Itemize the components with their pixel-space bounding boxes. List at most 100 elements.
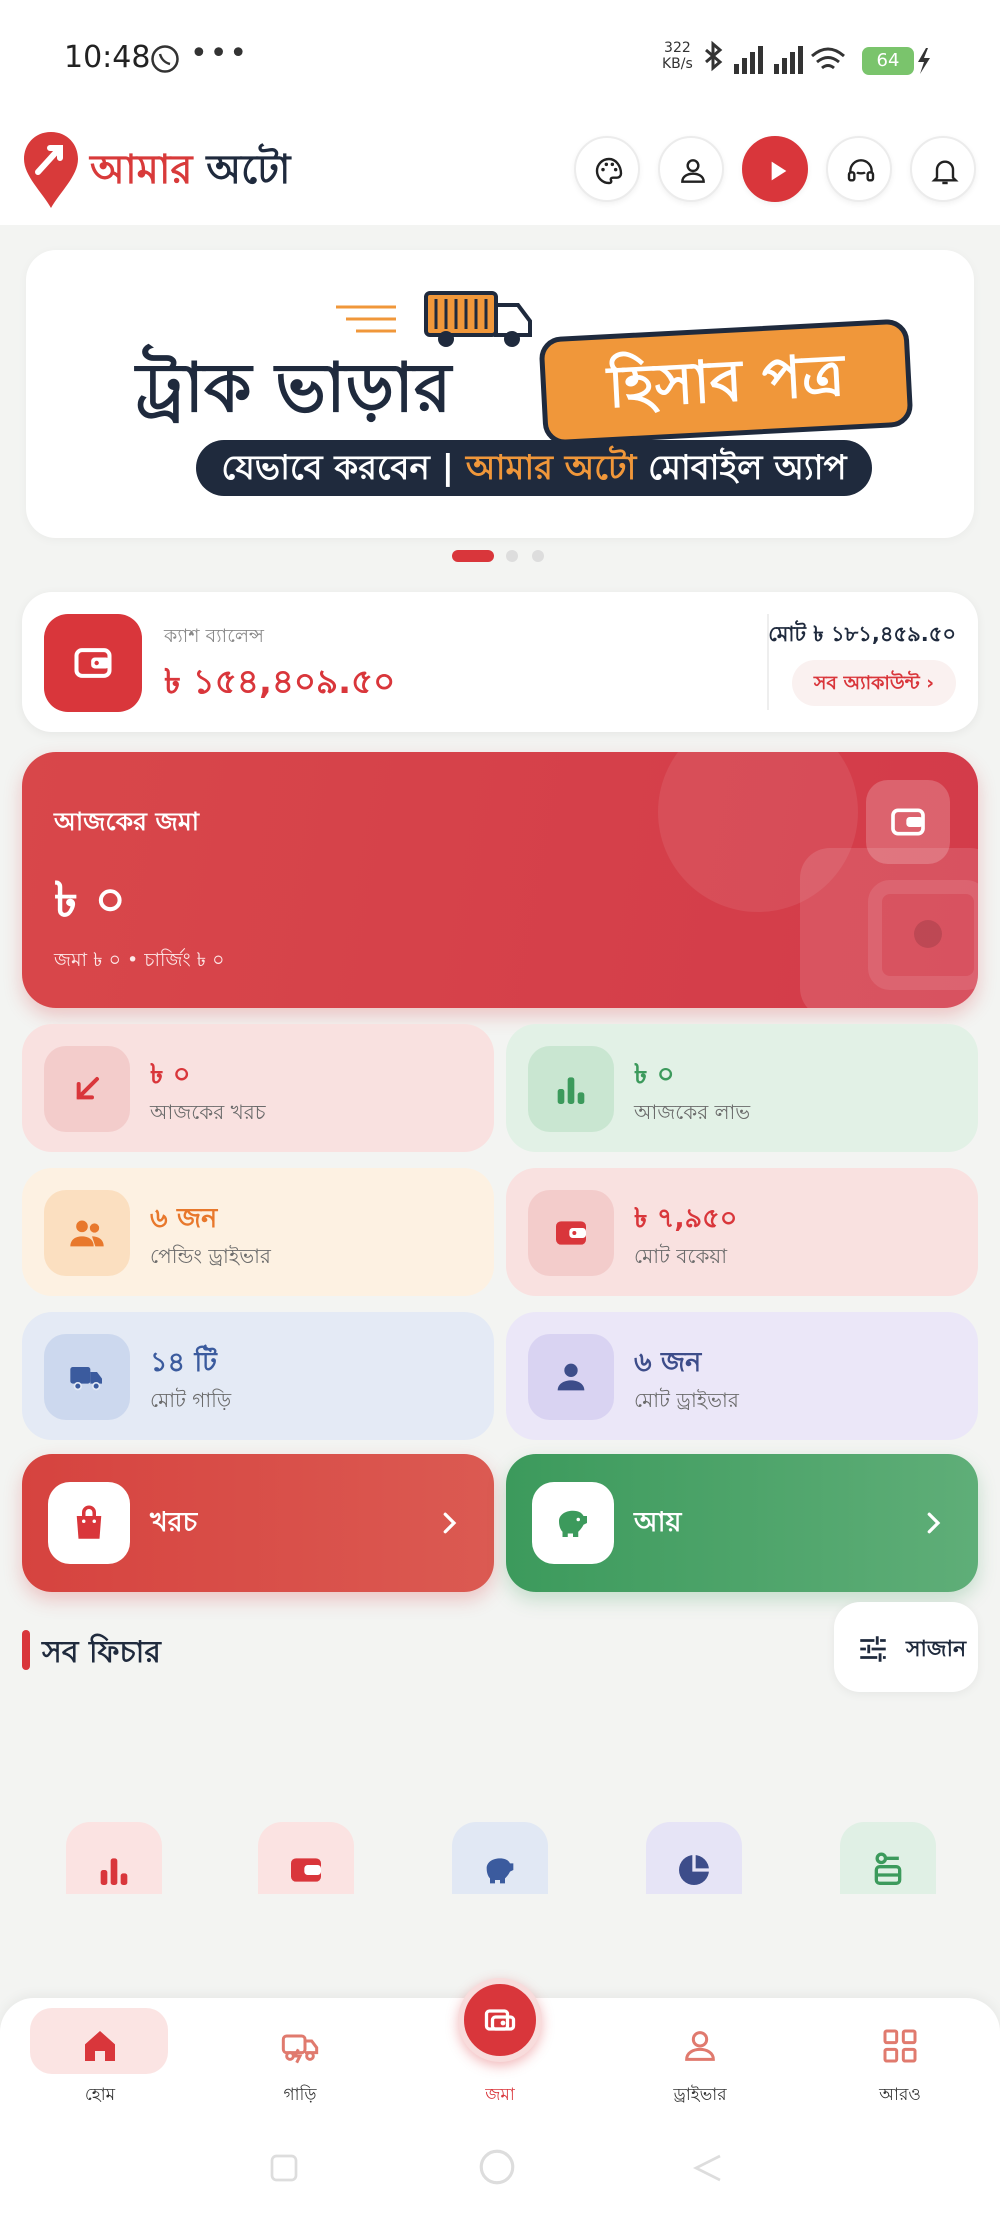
person-icon	[557, 1363, 585, 1391]
stat-value: ৳ ০	[634, 1059, 675, 1090]
cash-balance-card[interactable]: ক্যাশ ব্যালেন্স ৳ ১৫৪,৪০৯.৫০ মোট ৳ ১৮১,৪…	[22, 592, 978, 732]
stat-icon-box	[528, 1334, 614, 1420]
support-icon	[847, 159, 875, 182]
today-deposit-label: আজকের জমা	[54, 807, 200, 836]
nav-deposit[interactable]: জমা	[400, 1998, 600, 2120]
stat-total-vehicles[interactable]: ১৪ টি মোট গাড়ি	[22, 1312, 494, 1440]
bar-chart-icon	[557, 1077, 585, 1104]
cash-balance-label: ক্যাশ ব্যালেন্স	[164, 625, 264, 647]
feature-analytics[interactable]	[646, 1822, 742, 1894]
app-header: আমার অটো	[0, 120, 1000, 225]
app-logo-text: আমার অটো	[90, 147, 291, 193]
today-deposit-amount: ৳ ০	[54, 872, 126, 928]
play-icon	[771, 161, 787, 181]
grid-icon	[883, 2029, 917, 2063]
wallet-icon	[74, 648, 112, 678]
stat-total-drivers[interactable]: ৬ জন মোট ড্রাইভার	[506, 1312, 978, 1440]
back-icon[interactable]	[690, 2150, 726, 2186]
feature-vehicles[interactable]	[840, 1822, 936, 1894]
bell-icon	[931, 160, 959, 185]
car-icon	[874, 1852, 902, 1885]
pie-chart-icon	[679, 1855, 709, 1885]
income-icon-box	[532, 1482, 614, 1564]
profile-button[interactable]	[658, 136, 724, 202]
wallet-icon	[556, 1221, 586, 1245]
stat-pending-drivers[interactable]: ৬ জন পেন্ডিং ড্রাইভার	[22, 1168, 494, 1296]
total-balance: মোট ৳ ১৮১,৪৫৯.৫০	[768, 622, 956, 646]
income-action-button[interactable]: আয়	[506, 1454, 978, 1592]
stat-label: আজকের লাভ	[634, 1100, 751, 1124]
status-time: 10:48	[64, 40, 151, 75]
shopping-bag-icon	[76, 1505, 102, 1539]
stat-label: মোট ড্রাইভার	[634, 1388, 739, 1412]
stat-value: ১৪ টি	[150, 1347, 217, 1378]
cash-wallet-icon-box	[44, 614, 142, 712]
chevron-right-icon: ›	[926, 672, 935, 694]
stat-today-profit[interactable]: ৳ ০ আজকের লাভ	[506, 1024, 978, 1152]
chevron-right-icon	[927, 1512, 941, 1534]
tutorial-play-button[interactable]	[742, 136, 808, 202]
feature-wallet[interactable]	[258, 1822, 354, 1894]
chevron-right-icon	[443, 1512, 457, 1534]
banner-subtitle: যেভাবে করবেন | আমার অটো মোবাইল অ্যাপ	[196, 440, 872, 496]
carousel-dot-active[interactable]	[452, 550, 494, 562]
notifications-button[interactable]	[910, 136, 976, 202]
system-navigation-bar	[0, 2120, 1000, 2225]
wallet-icon	[891, 808, 925, 836]
arrange-features-button[interactable]: সাজান	[834, 1602, 978, 1692]
theme-button[interactable]	[574, 136, 640, 202]
expense-icon-box	[48, 1482, 130, 1564]
stat-label: পেন্ডিং ড্রাইভার	[150, 1244, 271, 1268]
battery-indicator: 64	[862, 47, 914, 75]
nav-more[interactable]: আরও	[800, 1998, 1000, 2120]
status-bar: 10:48 ••• 322 KB/s 64	[0, 0, 1000, 120]
section-accent-bar	[22, 1630, 30, 1670]
stat-icon-box	[44, 1334, 130, 1420]
banner-badge: হিসাব পত্র	[538, 318, 914, 446]
stat-value: ৬ জন	[634, 1347, 702, 1378]
nav-vehicles[interactable]: গাড়ি	[200, 1998, 400, 2120]
wallet-icon	[291, 1858, 321, 1882]
feature-reports[interactable]	[66, 1822, 162, 1894]
stat-label: মোট গাড়ি	[150, 1388, 232, 1412]
stat-icon-box	[44, 1046, 130, 1132]
whatsapp-icon	[151, 45, 179, 73]
recents-icon[interactable]	[266, 2150, 302, 2186]
nav-drivers[interactable]: ড্রাইভার	[600, 1998, 800, 2120]
feature-savings[interactable]	[452, 1822, 548, 1894]
decor-wallet-dot	[914, 920, 942, 948]
nav-home[interactable]: হোম	[0, 1998, 200, 2120]
carousel-dot[interactable]	[506, 550, 518, 562]
users-icon	[70, 1220, 104, 1247]
piggy-bank-icon	[559, 1510, 587, 1537]
bar-chart-icon	[100, 1858, 128, 1885]
promo-banner[interactable]: ট্রাক ভাড়ার হিসাব পত্র যেভাবে করবেন | আ…	[26, 250, 974, 538]
arrow-down-left-icon	[76, 1077, 99, 1100]
support-button[interactable]	[826, 136, 892, 202]
user-icon	[681, 159, 705, 183]
today-wallet-icon-box	[866, 780, 950, 864]
income-label: আয়	[634, 1507, 682, 1538]
palette-icon	[595, 157, 623, 185]
carousel-dot[interactable]	[532, 550, 544, 562]
stat-icon-box	[528, 1190, 614, 1276]
all-accounts-button[interactable]: সব অ্যাকাউন্ট ›	[792, 660, 956, 706]
home-system-icon[interactable]	[476, 2146, 518, 2188]
piggy-bank-icon	[486, 1858, 514, 1884]
today-deposit-card[interactable]: আজকের জমা ৳ ০ জমা ৳ ০ • চার্জিং ৳ ০	[22, 752, 978, 1008]
more-notifications-icon: •••	[190, 36, 250, 71]
banner-title: ট্রাক ভাড়ার	[136, 349, 452, 428]
stat-today-expense[interactable]: ৳ ০ আজকের খরচ	[22, 1024, 494, 1152]
features-section-title: সব ফিচার	[42, 1635, 161, 1670]
stat-total-due[interactable]: ৳ ৭,৯৫০ মোট বকেয়া	[506, 1168, 978, 1296]
arrange-label: সাজান	[906, 1637, 967, 1662]
sliders-icon	[860, 1636, 886, 1662]
driver-icon	[685, 2031, 715, 2061]
stat-icon-box	[44, 1190, 130, 1276]
app-logo-icon	[24, 132, 78, 208]
stat-label: মোট বকেয়া	[634, 1244, 728, 1268]
expense-action-button[interactable]: খরচ	[22, 1454, 494, 1592]
stat-value: ৳ ০	[150, 1059, 191, 1090]
stat-value: ৬ জন	[150, 1203, 218, 1234]
bottom-navigation: হোম গাড়ি জমা ড্রাইভার আরও	[0, 1978, 1000, 2120]
